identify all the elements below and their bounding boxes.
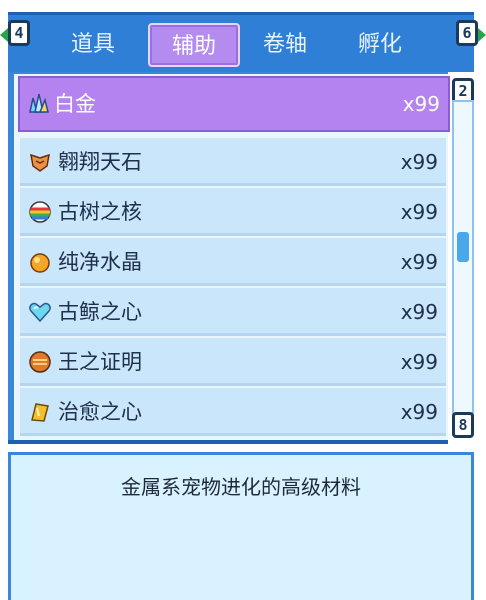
- tab-items[interactable]: 道具: [48, 23, 138, 67]
- item-list: 白金 x99 翱翔天石 x99 古树之核 x99 纯净水晶 x99 古鲸之心 x…: [14, 74, 450, 440]
- royal-medal-icon: [28, 350, 52, 374]
- list-item[interactable]: 古树之核 x99: [20, 188, 446, 236]
- tab-bar: 道具 辅助 卷轴 孵化: [8, 12, 474, 72]
- list-item[interactable]: 纯净水晶 x99: [20, 238, 446, 286]
- item-name: 翱翔天石: [58, 150, 142, 174]
- item-name: 古鲸之心: [58, 300, 142, 324]
- scroll-bottom-badge: 8: [452, 412, 474, 438]
- item-quantity: x99: [400, 400, 438, 424]
- item-quantity: x99: [400, 300, 438, 324]
- inventory-window: 道具 辅助 卷轴 孵化 4 6 白金 x99 翱翔天石 x99 古树之核 x99…: [0, 0, 486, 600]
- item-list-panel: 白金 x99 翱翔天石 x99 古树之核 x99 纯净水晶 x99 古鲸之心 x…: [8, 72, 450, 444]
- item-quantity: x99: [400, 350, 438, 374]
- item-name: 王之证明: [58, 350, 142, 374]
- item-name: 纯净水晶: [58, 250, 142, 274]
- item-description-panel: 金属系宠物进化的高级材料: [8, 452, 474, 600]
- orange-crystal-icon: [28, 250, 52, 274]
- tab-hatch[interactable]: 孵化: [334, 23, 426, 67]
- next-page-arrow-icon[interactable]: [478, 28, 486, 42]
- prev-page-badge[interactable]: 4: [8, 20, 30, 46]
- item-quantity: x99: [400, 200, 438, 224]
- scrollbar-track[interactable]: [452, 100, 474, 422]
- item-quantity: x99: [402, 92, 440, 116]
- crystal-cluster-icon: [26, 92, 50, 116]
- tab-support[interactable]: 辅助: [148, 23, 240, 67]
- list-item[interactable]: 治愈之心 x99: [20, 388, 446, 436]
- list-item[interactable]: 王之证明 x99: [20, 338, 446, 386]
- list-item[interactable]: 古鲸之心 x99: [20, 288, 446, 336]
- winged-stone-icon: [28, 150, 52, 174]
- item-quantity: x99: [400, 150, 438, 174]
- tab-scrolls[interactable]: 卷轴: [240, 23, 330, 67]
- healing-gem-icon: [28, 400, 52, 424]
- item-quantity: x99: [400, 250, 438, 274]
- item-name: 古树之核: [58, 200, 142, 224]
- heart-icon: [28, 300, 52, 324]
- list-item-selected[interactable]: 白金 x99: [18, 76, 450, 132]
- list-item[interactable]: 翱翔天石 x99: [20, 138, 446, 186]
- item-name: 治愈之心: [58, 400, 142, 424]
- next-page-badge[interactable]: 6: [456, 20, 478, 46]
- rainbow-orb-icon: [28, 200, 52, 224]
- item-name: 白金: [54, 92, 96, 116]
- item-description: 金属系宠物进化的高级材料: [121, 475, 361, 499]
- scrollbar-thumb[interactable]: [457, 231, 469, 262]
- prev-page-arrow-icon[interactable]: [0, 28, 8, 42]
